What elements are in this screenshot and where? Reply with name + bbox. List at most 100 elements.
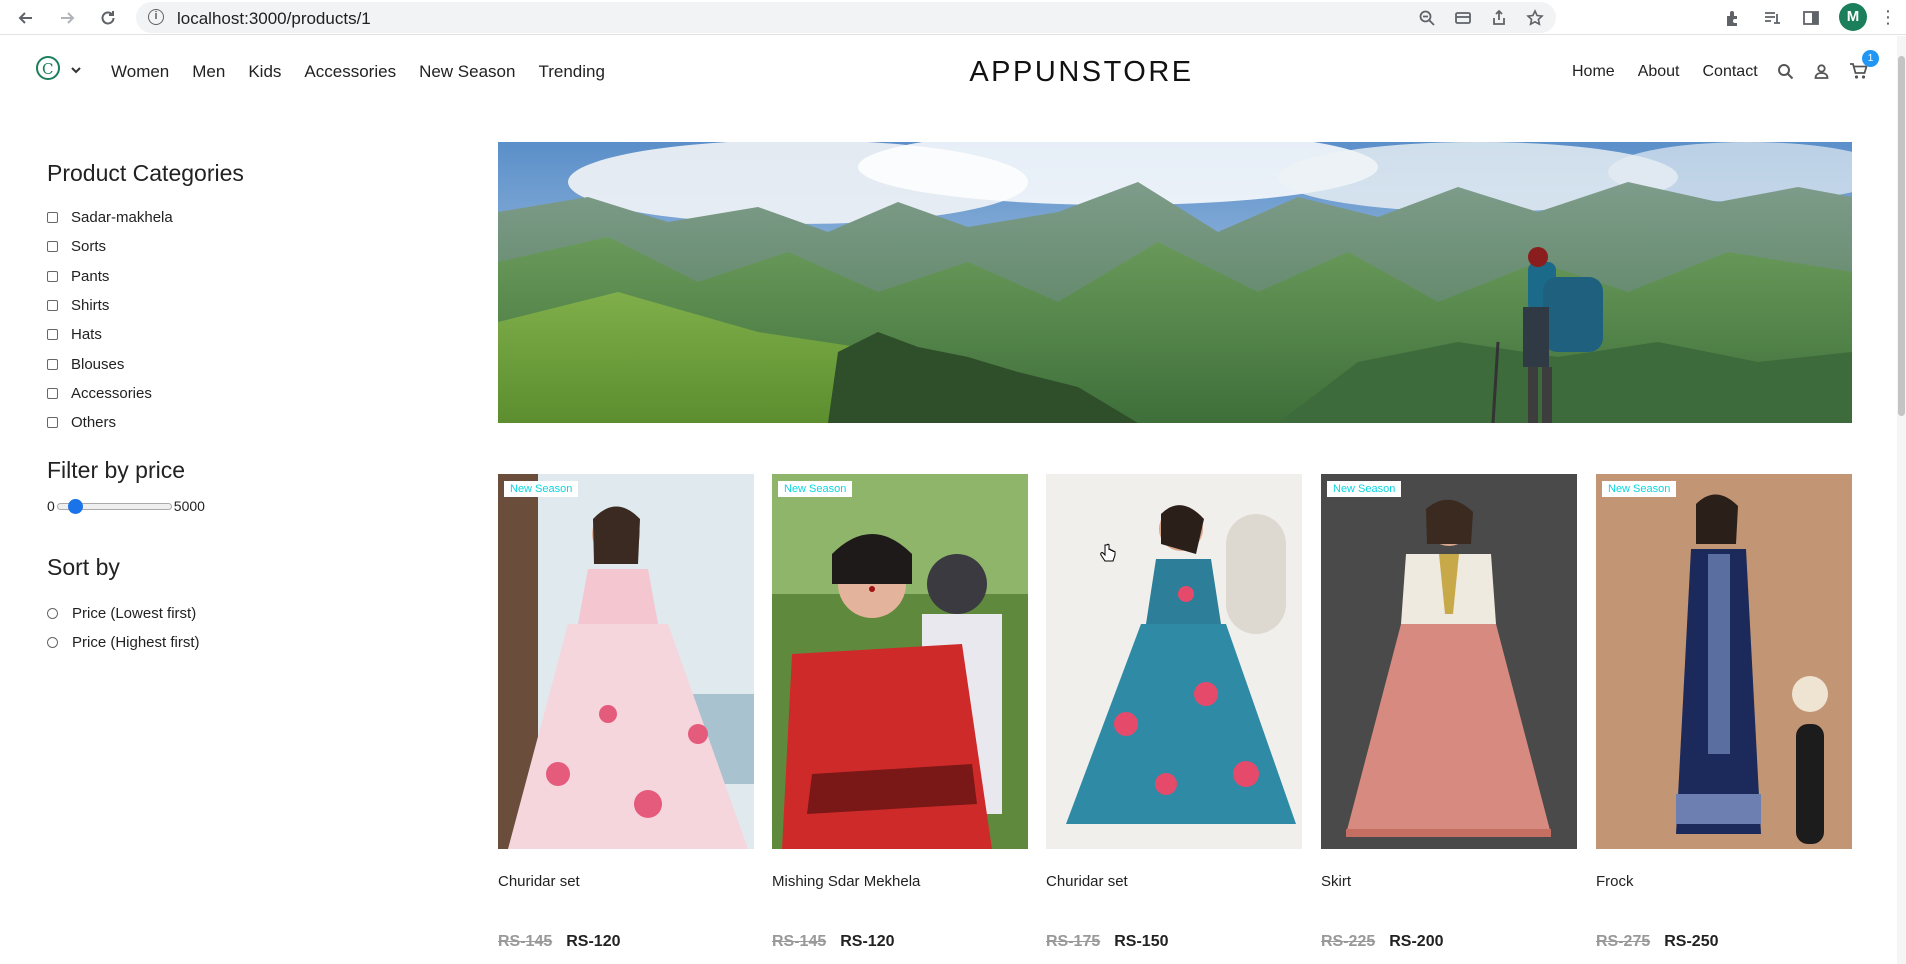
url-text[interactable]: localhost:3000/products/1 (177, 9, 371, 29)
category-checkbox[interactable] (47, 300, 58, 312)
more-icon[interactable]: ⋮ (1878, 5, 1898, 29)
new-price: RS-120 (566, 933, 621, 950)
product-card[interactable]: New Season Mishing Sdar Mekhela RS-145 R… (772, 474, 1028, 950)
price-filter: Filter by price 0 5000 (47, 457, 407, 514)
reading-list-icon[interactable] (1760, 6, 1784, 30)
filter-sidebar: Product Categories Sadar-makhela Sorts P… (47, 160, 407, 657)
hand-cursor-icon (1100, 543, 1116, 562)
address-bar[interactable]: i localhost:3000/products/1 (136, 2, 1556, 33)
star-icon[interactable] (1524, 7, 1546, 29)
nav-home[interactable]: Home (1572, 63, 1615, 81)
product-prices: RS-225 RS-200 (1321, 933, 1444, 951)
scrollbar-thumb[interactable] (1898, 56, 1905, 416)
category-checkbox[interactable] (47, 417, 58, 429)
product-prices: RS-275 RS-250 (1596, 933, 1719, 951)
old-price: RS-225 (1321, 933, 1376, 950)
price-slider[interactable] (56, 498, 172, 514)
category-label[interactable]: Shirts (71, 297, 109, 314)
category-checkbox[interactable] (47, 241, 58, 253)
old-price: RS-145 (772, 933, 827, 950)
category-label[interactable]: Hats (71, 326, 102, 343)
product-card[interactable]: New Season Churidar set RS-145 RS-120 (498, 474, 754, 950)
product-prices: RS-175 RS-150 (1046, 933, 1169, 951)
category-checkbox[interactable] (47, 358, 58, 370)
sort-option-lowest[interactable]: Price (Lowest first) (47, 599, 407, 628)
side-panel-icon[interactable] (1799, 6, 1823, 30)
category-label[interactable]: Others (71, 414, 116, 431)
price-range-row: 0 5000 (47, 498, 407, 514)
category-label[interactable]: Sadar-makhela (71, 209, 173, 226)
new-price: RS-120 (840, 933, 895, 950)
product-image[interactable]: New Season (1321, 474, 1577, 849)
old-price: RS-145 (498, 933, 553, 950)
site-nav: Home About Contact (1572, 63, 1781, 81)
category-checkbox[interactable] (47, 329, 58, 341)
category-checkbox[interactable] (47, 387, 58, 399)
category-checkbox[interactable] (47, 212, 58, 224)
price-min-label: 0 (47, 498, 55, 515)
old-price: RS-275 (1596, 933, 1651, 950)
profile-avatar[interactable]: M (1839, 3, 1867, 31)
category-item[interactable]: Shirts (47, 291, 407, 320)
sort-radio[interactable] (47, 637, 58, 649)
category-label[interactable]: Pants (71, 268, 109, 285)
price-max-label: 5000 (173, 498, 205, 515)
category-item[interactable]: Blouses (47, 349, 407, 378)
product-image[interactable]: New Season (498, 474, 754, 849)
product-card[interactable]: New Season Skirt RS-225 RS-200 (1321, 474, 1577, 950)
zoom-icon[interactable] (1416, 7, 1438, 29)
new-price: RS-200 (1389, 933, 1444, 950)
product-name[interactable]: Mishing Sdar Mekhela (772, 873, 920, 890)
product-card[interactable]: Churidar set RS-175 RS-150 (1046, 474, 1302, 950)
page-scrollbar[interactable] (1897, 36, 1906, 964)
reload-icon[interactable] (96, 6, 120, 30)
category-item[interactable]: Sorts (47, 232, 407, 261)
sort-option-label[interactable]: Price (Lowest first) (72, 605, 196, 622)
new-price: RS-250 (1664, 933, 1719, 950)
sort-section: Sort by Price (Lowest first) Price (High… (47, 554, 407, 657)
sort-radio[interactable] (47, 608, 58, 620)
nav-about[interactable]: About (1638, 63, 1680, 81)
new-season-badge: New Season (504, 481, 579, 497)
forward-icon[interactable] (55, 6, 79, 30)
category-item[interactable]: Others (47, 408, 407, 437)
new-price: RS-150 (1114, 933, 1169, 950)
user-icon[interactable] (1810, 60, 1832, 82)
category-label[interactable]: Accessories (71, 385, 152, 402)
product-prices: RS-145 RS-120 (498, 933, 621, 951)
product-name[interactable]: Churidar set (498, 873, 580, 890)
category-label[interactable]: Sorts (71, 238, 106, 255)
share-icon[interactable] (1488, 7, 1510, 29)
category-checkbox[interactable] (47, 270, 58, 282)
category-list: Sadar-makhela Sorts Pants Shirts Hats Bl… (47, 203, 407, 437)
product-card[interactable]: New Season Frock RS-275 RS-250 (1596, 474, 1852, 950)
browser-toolbar: i localhost:3000/products/1 M ⋮ (0, 0, 1906, 35)
category-item[interactable]: Pants (47, 262, 407, 291)
product-name[interactable]: Churidar set (1046, 873, 1128, 890)
card-icon[interactable] (1452, 7, 1474, 29)
info-icon[interactable]: i (148, 9, 164, 25)
extensions-icon[interactable] (1721, 6, 1745, 30)
search-icon[interactable] (1774, 60, 1796, 82)
nav-contact[interactable]: Contact (1703, 63, 1758, 81)
product-prices: RS-145 RS-120 (772, 933, 895, 951)
sort-option-label[interactable]: Price (Highest first) (72, 634, 200, 651)
price-heading: Filter by price (47, 457, 186, 484)
product-image[interactable] (1046, 474, 1302, 849)
sort-option-highest[interactable]: Price (Highest first) (47, 628, 407, 657)
category-item[interactable]: Sadar-makhela (47, 203, 407, 232)
new-season-badge: New Season (1327, 481, 1402, 497)
hero-image (498, 142, 1852, 423)
category-label[interactable]: Blouses (71, 356, 124, 373)
product-image[interactable]: New Season (772, 474, 1028, 849)
price-slider-thumb[interactable] (67, 498, 83, 514)
hero-banner (498, 142, 1852, 423)
product-name[interactable]: Skirt (1321, 873, 1351, 890)
product-image[interactable]: New Season (1596, 474, 1852, 849)
cart-count-badge: 1 (1862, 50, 1879, 67)
category-item[interactable]: Accessories (47, 379, 407, 408)
product-name[interactable]: Frock (1596, 873, 1634, 890)
back-icon[interactable] (14, 6, 38, 30)
category-item[interactable]: Hats (47, 320, 407, 349)
product-grid: New Season Churidar set RS-145 RS-120 Ne… (498, 474, 1852, 964)
